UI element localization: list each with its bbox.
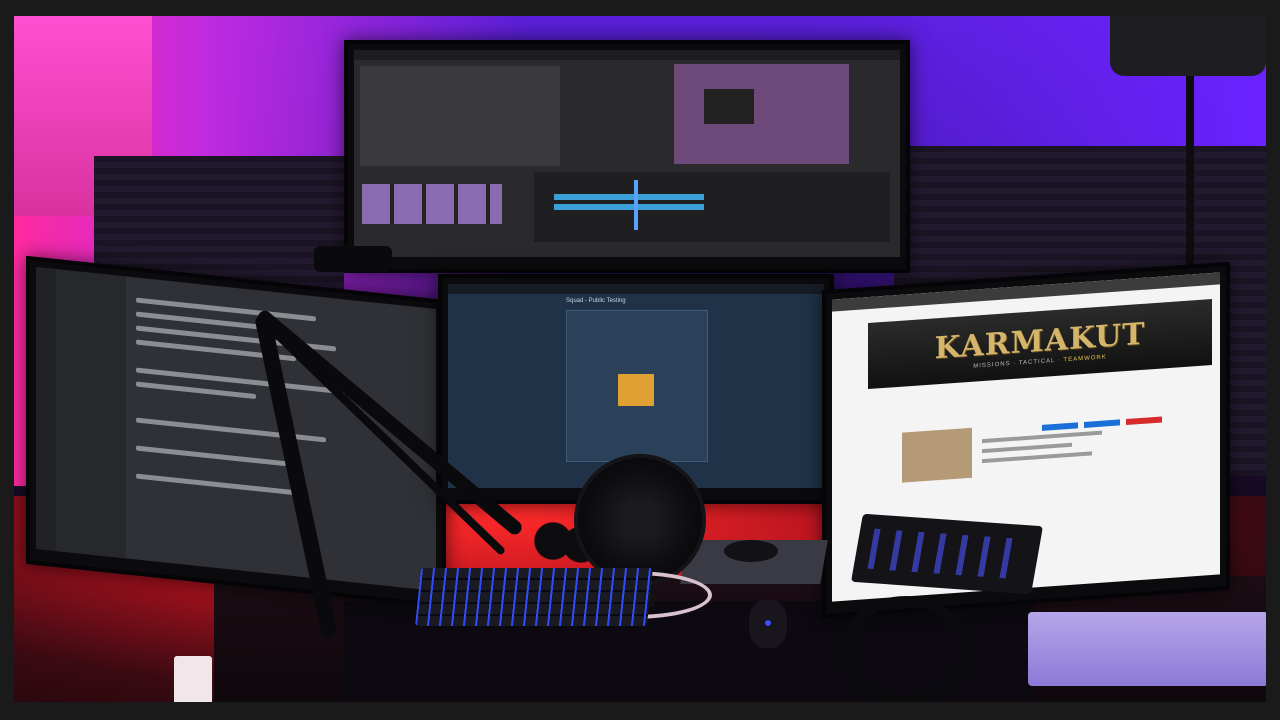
- video-meta: [982, 442, 1072, 454]
- channel-banner: KARMAKUT MISSIONS · TACTICAL · TEAMWORK: [868, 298, 1212, 390]
- lamp-icon: [1110, 16, 1266, 76]
- channel-button: [1084, 419, 1120, 428]
- chat-message: [136, 445, 286, 467]
- wall-socket: [174, 656, 212, 702]
- video-meta: [982, 430, 1102, 444]
- monitor-top: [344, 40, 910, 273]
- mixer-icon: [851, 513, 1043, 595]
- subscribe-button: [1126, 416, 1162, 426]
- timeline-clip: [554, 194, 704, 200]
- chat-message: [136, 417, 326, 443]
- mouse-icon: [749, 600, 787, 648]
- microphone-icon: [574, 454, 706, 586]
- timeline-panel: [534, 172, 890, 242]
- webcam-icon: [314, 246, 392, 272]
- headset-icon: [840, 596, 972, 702]
- wireless-charger: [724, 540, 778, 562]
- store-screenshot: [618, 374, 654, 406]
- video-thumbnail: [902, 427, 972, 483]
- playhead: [634, 180, 638, 230]
- video-meta: [982, 451, 1092, 464]
- project-bin-thumbnails: [362, 184, 502, 224]
- photo-frame: Squad - Public Testing KARMAKUT MISSIONS…: [14, 16, 1266, 702]
- store-page-title: Squad - Public Testing: [566, 298, 626, 304]
- server-list: [36, 266, 56, 552]
- chat-message: [136, 381, 256, 400]
- chat-message: [136, 473, 306, 497]
- video-editor-screen: [354, 50, 900, 257]
- timeline-clip: [554, 204, 704, 210]
- editor-menubar: [354, 50, 900, 60]
- tablet-icon: [1028, 612, 1266, 686]
- channel-list: [56, 269, 126, 559]
- keyboard-icon: [414, 568, 654, 626]
- program-monitor: [674, 64, 849, 164]
- source-monitor: [360, 66, 560, 166]
- channel-button: [1042, 422, 1078, 431]
- store-navbar: [448, 284, 824, 294]
